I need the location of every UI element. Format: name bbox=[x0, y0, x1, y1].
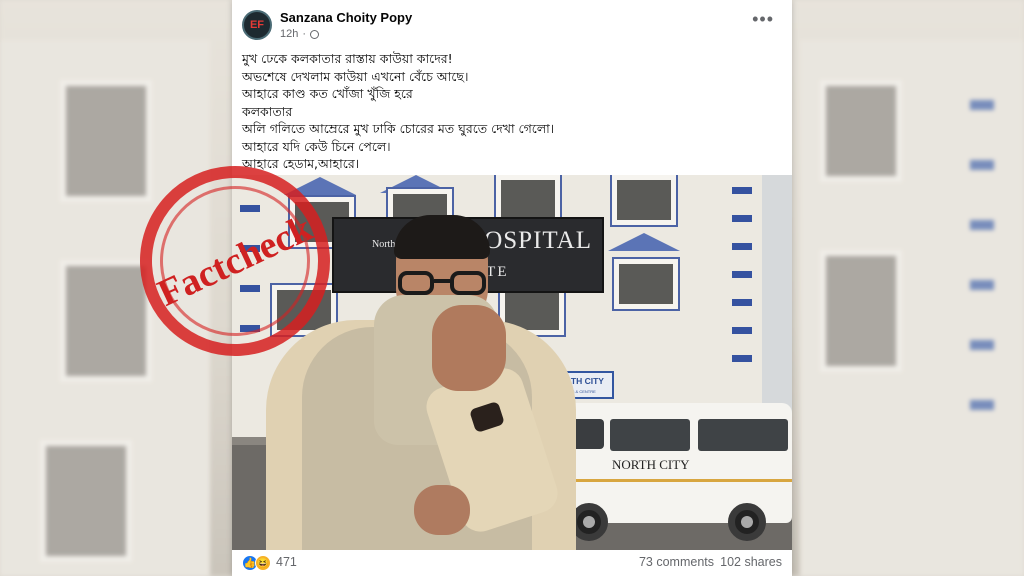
van-wheel bbox=[728, 503, 766, 541]
author-avatar[interactable]: EF bbox=[242, 10, 272, 40]
glasses-lens bbox=[450, 271, 486, 295]
shares-count[interactable]: 102 shares bbox=[720, 555, 782, 569]
post-time[interactable]: 12h bbox=[280, 28, 298, 40]
caption-line: আহারে যদি কেউ চিনে পেলে। bbox=[242, 138, 391, 154]
post-header: EF Sanzana Choity Popy 12h · ••• bbox=[232, 0, 792, 44]
van-window bbox=[610, 419, 690, 451]
blue-stripe bbox=[732, 187, 752, 194]
blue-stripe bbox=[732, 355, 752, 362]
post-footer: 👍 😆 471 73 comments 102 shares bbox=[232, 550, 792, 576]
blue-stripe bbox=[732, 215, 752, 222]
van-stripe bbox=[552, 479, 792, 482]
building-window bbox=[610, 175, 678, 227]
man-fist bbox=[414, 485, 470, 535]
caption-line: কলকাতার bbox=[242, 103, 293, 119]
blue-stripe bbox=[732, 299, 752, 306]
caption-line: আহারে কাণ্ড কত খোঁজা খুঁজি হরে bbox=[242, 86, 413, 101]
van-window bbox=[698, 419, 788, 451]
glasses-bridge bbox=[434, 279, 450, 283]
blue-stripe bbox=[732, 271, 752, 278]
author-name[interactable]: Sanzana Choity Popy bbox=[280, 10, 412, 25]
more-options-icon[interactable]: ••• bbox=[752, 10, 774, 28]
haha-icon[interactable]: 😆 bbox=[255, 555, 271, 571]
globe-icon bbox=[310, 29, 320, 39]
glasses-lens bbox=[398, 271, 434, 295]
window-pediment bbox=[608, 233, 680, 251]
caption-line: অলি গলিতে আম্রেরে মুখ ঢাকি চোরের মত ঘুরত… bbox=[242, 121, 555, 136]
man-hair bbox=[394, 215, 490, 259]
comments-count[interactable]: 73 comments bbox=[639, 555, 714, 569]
building-window bbox=[612, 257, 680, 311]
caption-line: আহারে হেডাম,আহারে। bbox=[242, 156, 360, 171]
post-caption: মুখ ঢেকে কলকাতার রাস্তায় কাউয়া কাদের! … bbox=[242, 50, 782, 173]
caption-line: মুখ ঢেকে কলকাতার রাস্তায় কাউয়া কাদের! bbox=[242, 51, 453, 66]
van-label: NORTH CITY bbox=[612, 457, 690, 472]
post-meta: 12h · bbox=[280, 28, 320, 40]
man-hand bbox=[432, 305, 506, 391]
reaction-count[interactable]: 471 bbox=[276, 555, 297, 569]
caption-line: অভশেষে দেখলাম কাউয়া এখনো বেঁচে আছে। bbox=[242, 68, 469, 84]
blue-stripe bbox=[732, 243, 752, 250]
blue-stripe bbox=[732, 327, 752, 334]
glasses bbox=[396, 271, 490, 297]
